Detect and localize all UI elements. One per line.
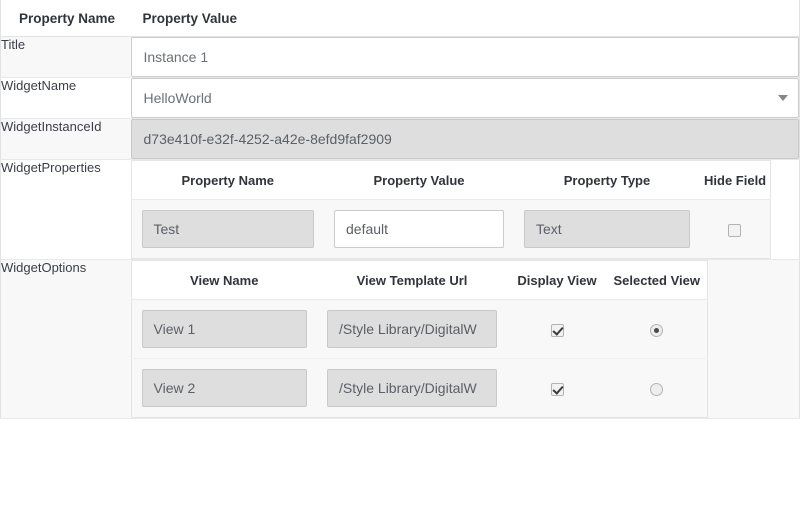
display-view-checkbox[interactable] [551, 324, 564, 337]
table-row: Test default Text [131, 200, 770, 259]
col-view-name: View Name [131, 261, 317, 300]
widget-options-grid: View Name View Template Url Display View… [131, 260, 708, 418]
widget-name-select[interactable]: HelloWorld [131, 78, 800, 118]
property-type-input[interactable]: Text [524, 210, 690, 248]
cell-selected-view [607, 300, 707, 359]
row-widget-properties: WidgetProperties Property Name Property … [1, 160, 800, 260]
property-name-input[interactable]: Test [142, 210, 315, 248]
cell-display-view [507, 359, 607, 418]
table-header: Property Name Property Value [1, 0, 800, 37]
value-widget-instance-id: d73e410f-e32f-4252-a42e-8efd9faf2909 [131, 119, 800, 160]
row-title: Title Instance 1 [1, 37, 800, 78]
value-title: Instance 1 [131, 37, 800, 78]
header-property-name: Property Name [1, 0, 131, 37]
view-template-url-input[interactable]: /Style Library/DigitalW [327, 310, 497, 348]
label-widget-options: WidgetOptions [1, 260, 131, 419]
value-widget-properties: Property Name Property Value Property Ty… [131, 160, 800, 260]
widget-name-select-wrapper[interactable]: HelloWorld [131, 78, 800, 118]
view-name-input[interactable]: View 1 [142, 310, 308, 348]
cell-property-value: default [324, 200, 514, 259]
col-display-view: Display View [507, 261, 607, 300]
widget-properties-grid-header: Property Name Property Value Property Ty… [131, 161, 770, 200]
table-body: Title Instance 1 WidgetName HelloWorld W… [1, 37, 800, 419]
row-widget-options: WidgetOptions View Name View Template Ur… [1, 260, 800, 419]
widget-properties-grid-body: Test default Text [131, 200, 770, 259]
grid-header-row: Property Name Property Value Property Ty… [131, 161, 770, 200]
cell-property-type: Text [514, 200, 700, 259]
display-view-checkbox[interactable] [551, 383, 564, 396]
widget-options-grid-body: View 1 /Style Library/DigitalW [131, 300, 707, 418]
view-name-input[interactable]: View 2 [142, 369, 308, 407]
widget-options-grid-header: View Name View Template Url Display View… [131, 261, 707, 300]
cell-view-name: View 2 [131, 359, 317, 418]
hide-field-checkbox[interactable] [728, 224, 741, 237]
label-widget-name: WidgetName [1, 78, 131, 119]
col-hide-field: Hide Field [700, 161, 770, 200]
value-widget-options: View Name View Template Url Display View… [131, 260, 800, 419]
col-view-template-url: View Template Url [317, 261, 507, 300]
cell-selected-view [607, 359, 707, 418]
cell-hide-field [700, 200, 770, 259]
row-widget-name: WidgetName HelloWorld [1, 78, 800, 119]
selected-view-radio[interactable] [650, 324, 663, 337]
widget-properties-form-table: Property Name Property Value Title Insta… [0, 0, 800, 419]
property-value-input[interactable]: default [334, 210, 504, 248]
table-row: View 1 /Style Library/DigitalW [131, 300, 707, 359]
grid-header-row: View Name View Template Url Display View… [131, 261, 707, 300]
title-input[interactable]: Instance 1 [131, 37, 800, 77]
cell-property-name: Test [131, 200, 324, 259]
cell-view-template-url: /Style Library/DigitalW [317, 359, 507, 418]
label-title: Title [1, 37, 131, 78]
table-row: View 2 /Style Library/DigitalW [131, 359, 707, 418]
view-template-url-input[interactable]: /Style Library/DigitalW [327, 369, 497, 407]
selected-view-radio[interactable] [650, 383, 663, 396]
label-widget-properties: WidgetProperties [1, 160, 131, 260]
col-selected-view: Selected View [607, 261, 707, 300]
label-widget-instance-id: WidgetInstanceId [1, 119, 131, 160]
header-row: Property Name Property Value [1, 0, 800, 37]
col-property-name: Property Name [131, 161, 324, 200]
widget-properties-grid: Property Name Property Value Property Ty… [131, 160, 771, 259]
cell-view-name: View 1 [131, 300, 317, 359]
row-widget-instance-id: WidgetInstanceId d73e410f-e32f-4252-a42e… [1, 119, 800, 160]
col-property-value: Property Value [324, 161, 514, 200]
widget-instance-id-input[interactable]: d73e410f-e32f-4252-a42e-8efd9faf2909 [131, 119, 800, 159]
header-property-value: Property Value [131, 0, 800, 37]
cell-view-template-url: /Style Library/DigitalW [317, 300, 507, 359]
col-property-type: Property Type [514, 161, 700, 200]
value-widget-name: HelloWorld [131, 78, 800, 119]
cell-display-view [507, 300, 607, 359]
chevron-down-icon [778, 95, 788, 101]
